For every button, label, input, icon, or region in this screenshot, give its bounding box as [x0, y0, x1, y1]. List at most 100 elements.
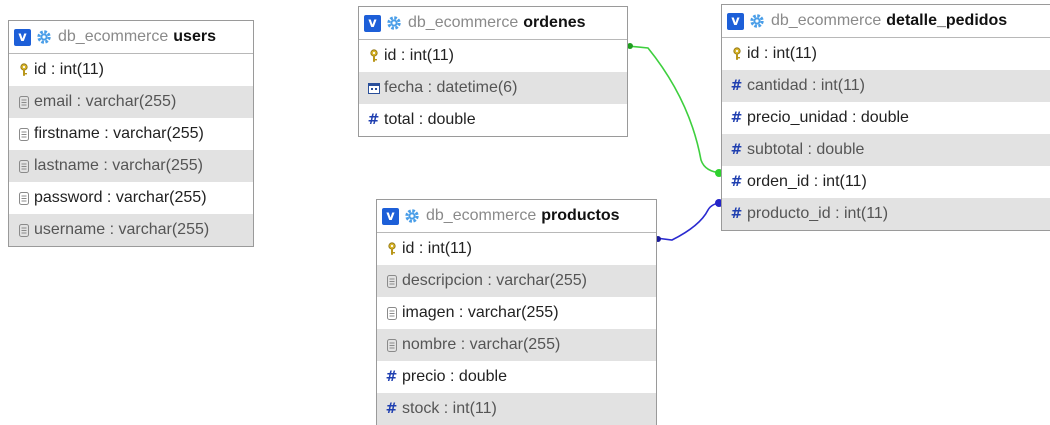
table-row[interactable]: password : varchar(255): [9, 182, 253, 214]
table-row[interactable]: nombre : varchar(255): [377, 329, 656, 361]
key-icon: [730, 47, 743, 61]
column-type: : int(11): [807, 77, 865, 94]
column-name: nombre: [402, 336, 457, 353]
table-header[interactable]: v db_ecommerce ordenes: [359, 7, 627, 40]
hash-icon: #: [730, 174, 743, 190]
column-type: : int(11): [830, 205, 889, 222]
text-field-icon: [385, 306, 398, 320]
table-row[interactable]: # producto_id : int(11): [722, 198, 1050, 230]
table-row[interactable]: fecha : datetime(6): [359, 72, 627, 104]
column-name: stock: [402, 400, 440, 417]
column-name: id: [402, 240, 415, 257]
column-name: fecha: [384, 79, 424, 96]
column-name: id: [34, 61, 47, 78]
column-name: username: [34, 221, 106, 238]
column-type: : int(11): [809, 173, 867, 190]
column-type: : varchar(255): [482, 272, 587, 289]
table-header[interactable]: v db_ecommerce detalle_pedidos: [722, 5, 1050, 38]
column-name: password: [34, 189, 103, 206]
table-row[interactable]: id : int(11): [722, 38, 1050, 70]
column-name: subtotal: [747, 141, 804, 158]
table-name: detalle_pedidos: [886, 12, 1008, 29]
column-name: precio_unidad: [747, 109, 848, 126]
column-name: precio: [402, 368, 446, 385]
column-type: : varchar(255): [105, 221, 210, 238]
gear-icon[interactable]: [385, 14, 403, 32]
column-type: : double: [847, 109, 909, 126]
column-type: : varchar(255): [456, 336, 561, 353]
table-name: productos: [541, 207, 620, 224]
column-type: : varchar(255): [454, 304, 559, 321]
column-name: descripcion: [402, 272, 483, 289]
table-ordenes[interactable]: v db_ecommerce ordenes id : int(11) fecha…: [358, 6, 628, 137]
text-field-icon: [17, 127, 30, 141]
relation-line-ordenes-detalle: [627, 45, 723, 174]
table-productos[interactable]: v db_ecommerce productos id : int(11) des…: [376, 199, 657, 425]
table-row[interactable]: username : varchar(255): [9, 214, 253, 246]
column-name: producto_id: [747, 205, 831, 222]
column-type: : varchar(255): [102, 189, 207, 206]
text-field-icon: [17, 191, 30, 205]
column-name: firstname: [34, 125, 100, 142]
table-row[interactable]: email : varchar(255): [9, 86, 253, 118]
table-row[interactable]: # precio_unidad : double: [722, 102, 1050, 134]
toggle-v-button[interactable]: v: [382, 207, 399, 225]
toggle-v-button[interactable]: v: [14, 28, 31, 46]
gear-icon[interactable]: [403, 207, 421, 225]
table-row[interactable]: id : int(11): [9, 54, 253, 86]
column-name: imagen: [402, 304, 455, 321]
hash-icon: #: [730, 110, 743, 126]
table-row[interactable]: # total : double: [359, 104, 627, 136]
table-row[interactable]: # subtotal : double: [722, 134, 1050, 166]
hash-icon: #: [385, 369, 398, 385]
table-name: users: [173, 28, 216, 45]
table-row[interactable]: # stock : int(11): [377, 393, 656, 425]
column-type: : varchar(255): [98, 157, 203, 174]
table-row[interactable]: id : int(11): [359, 40, 627, 72]
text-field-icon: [385, 338, 398, 352]
text-field-icon: [17, 159, 30, 173]
column-type: : int(11): [759, 45, 817, 62]
table-row[interactable]: # orden_id : int(11): [722, 166, 1050, 198]
gear-icon[interactable]: [35, 28, 53, 46]
hash-icon: #: [367, 112, 380, 128]
column-type: : varchar(255): [72, 93, 177, 110]
hash-icon: #: [730, 78, 743, 94]
text-field-icon: [17, 95, 30, 109]
table-header[interactable]: v db_ecommerce productos: [377, 200, 656, 233]
gear-icon[interactable]: [748, 12, 766, 30]
column-type: : datetime(6): [423, 79, 518, 96]
table-row[interactable]: firstname : varchar(255): [9, 118, 253, 150]
database-name: db_ecommerce: [58, 28, 169, 45]
text-field-icon: [385, 274, 398, 288]
table-row[interactable]: id : int(11): [377, 233, 656, 265]
key-icon: [385, 242, 398, 256]
hash-icon: #: [730, 206, 743, 222]
table-row[interactable]: lastname : varchar(255): [9, 150, 253, 182]
relation-line-productos-detalle: [655, 202, 723, 241]
table-row[interactable]: # cantidad : int(11): [722, 70, 1050, 102]
column-name: email: [34, 93, 73, 110]
database-name: db_ecommerce: [426, 207, 537, 224]
column-name: orden_id: [747, 173, 810, 190]
column-type: : double: [414, 111, 476, 128]
column-name: id: [747, 45, 760, 62]
table-detalle-pedidos[interactable]: v db_ecommerce detalle_pedidos id : int(…: [721, 4, 1050, 231]
column-type: : int(11): [396, 47, 454, 64]
table-row[interactable]: # precio : double: [377, 361, 656, 393]
table-row[interactable]: imagen : varchar(255): [377, 297, 656, 329]
key-icon: [17, 63, 30, 77]
key-icon: [367, 49, 380, 63]
column-type: : int(11): [439, 400, 497, 417]
table-header[interactable]: v db_ecommerce users: [9, 21, 253, 54]
toggle-v-button[interactable]: v: [364, 14, 381, 32]
text-field-icon: [17, 223, 30, 237]
column-type: : int(11): [46, 61, 104, 78]
hash-icon: #: [385, 401, 398, 417]
table-row[interactable]: descripcion : varchar(255): [377, 265, 656, 297]
toggle-v-button[interactable]: v: [727, 12, 744, 30]
column-type: : double: [445, 368, 507, 385]
database-name: db_ecommerce: [771, 12, 882, 29]
table-users[interactable]: v db_ecommerce users id : int(11) email :…: [8, 20, 254, 247]
column-name: lastname: [34, 157, 99, 174]
